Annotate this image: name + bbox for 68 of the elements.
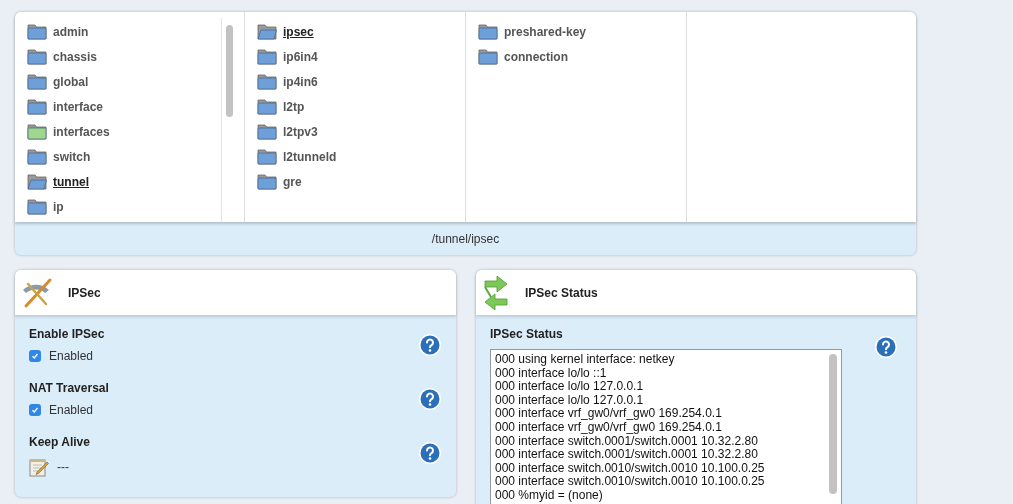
scrollbar-thumb[interactable] bbox=[226, 25, 233, 117]
sync-arrows-icon bbox=[481, 274, 511, 311]
folder-item[interactable]: switch bbox=[27, 148, 91, 166]
status-line: 000 interface switch.0010/switch.0010 10.100.0.25 bbox=[495, 461, 766, 476]
status-line: 000 interface switch.0001/switch.0001 10.32.2.80 bbox=[495, 448, 759, 462]
folder-icon bbox=[27, 99, 47, 115]
status-line: 000 interface vrf_gw0/vrf_gw0 169.254.0.1 bbox=[495, 407, 723, 421]
folder-icon bbox=[27, 24, 47, 40]
field-label: Keep Alive bbox=[29, 435, 90, 449]
folder-item[interactable]: chassis bbox=[27, 48, 98, 66]
field-label: NAT Traversal bbox=[29, 381, 109, 395]
folder-item[interactable]: l2tunneld bbox=[257, 148, 337, 166]
open-folder-icon bbox=[27, 174, 47, 190]
checkbox-label: Enabled bbox=[49, 403, 94, 417]
folder-item[interactable]: interfaces bbox=[27, 123, 110, 141]
field-value: --- bbox=[57, 460, 69, 474]
checkbox[interactable] bbox=[29, 404, 41, 416]
folder-icon bbox=[27, 199, 47, 215]
help-icon[interactable] bbox=[874, 335, 898, 359]
folder-icon bbox=[257, 74, 277, 90]
folder-icon bbox=[257, 99, 277, 115]
folder-icon bbox=[27, 49, 47, 65]
open-folder-icon bbox=[257, 24, 277, 40]
field-label: IPSec Status bbox=[490, 327, 564, 341]
folder-item[interactable]: gre bbox=[257, 173, 302, 191]
folder-item[interactable]: ipsec bbox=[257, 23, 314, 41]
check-icon bbox=[31, 352, 39, 360]
status-line: 000 interface switch.0010/switch.0010 10.100.0.25 bbox=[495, 475, 766, 489]
folder-item[interactable]: ip6in4 bbox=[257, 48, 318, 66]
help-icon[interactable] bbox=[418, 387, 442, 411]
help-icon[interactable] bbox=[418, 333, 442, 357]
checkbox[interactable] bbox=[29, 350, 41, 362]
folder-icon bbox=[27, 149, 47, 165]
folder-item[interactable]: preshared-key bbox=[478, 23, 587, 41]
status-line: 000 using kernel interface: netkey bbox=[495, 353, 676, 367]
folder-icon bbox=[257, 149, 277, 165]
folder-item[interactable]: l2tp bbox=[257, 98, 305, 116]
help-icon[interactable] bbox=[418, 441, 442, 465]
folder-item[interactable]: global bbox=[27, 73, 89, 91]
path-label: /tunnel/ipsec bbox=[430, 230, 501, 248]
folder-item[interactable]: admin bbox=[27, 23, 89, 41]
folder-item[interactable]: ip4in6 bbox=[257, 73, 318, 91]
notepad-pencil-icon[interactable] bbox=[29, 457, 49, 477]
folder-icon bbox=[478, 49, 498, 65]
folder-icon bbox=[27, 124, 47, 140]
status-line: 000 %myid = (none) bbox=[495, 488, 604, 503]
status-text-area[interactable] bbox=[490, 349, 842, 504]
checkbox-label: Enabled bbox=[49, 349, 94, 363]
check-icon bbox=[31, 406, 39, 414]
field-label: Enable IPSec bbox=[29, 327, 105, 341]
panel-title: IPSec Status bbox=[525, 285, 598, 300]
folder-item[interactable]: ip bbox=[27, 198, 64, 216]
status-line: 000 interface lo/lo 127.0.0.1 bbox=[495, 380, 645, 394]
status-line: 000 interface switch.0001/switch.0001 10.32.2.80 bbox=[495, 434, 759, 449]
folder-item[interactable]: l2tpv3 bbox=[257, 123, 318, 141]
folder-icon bbox=[478, 24, 498, 40]
scrollbar-thumb[interactable] bbox=[829, 354, 837, 494]
folder-icon bbox=[257, 124, 277, 140]
status-line: 000 interface vrf_gw0/vrf_gw0 169.254.0.1 bbox=[495, 420, 723, 435]
folder-item[interactable]: tunnel bbox=[27, 173, 89, 191]
folder-item[interactable]: connection bbox=[478, 48, 568, 66]
folder-item[interactable]: interface bbox=[27, 98, 104, 116]
folder-icon bbox=[257, 49, 277, 65]
status-line: 000 interface lo/lo ::1 bbox=[495, 366, 608, 381]
folder-icon bbox=[257, 174, 277, 190]
status-line: 000 interface lo/lo 127.0.0.1 bbox=[495, 393, 645, 408]
folder-icon bbox=[27, 74, 47, 90]
panel-title: IPSec bbox=[68, 285, 101, 300]
